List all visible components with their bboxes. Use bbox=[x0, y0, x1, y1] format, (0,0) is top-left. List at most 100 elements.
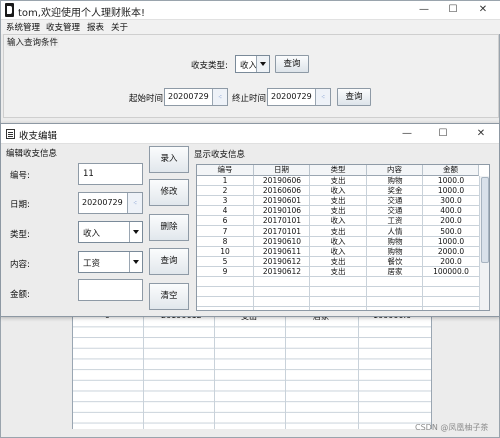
table-row[interactable]: 10 20190611 收入 购物 2000.0 bbox=[197, 247, 479, 257]
table-row[interactable]: 1 20190606 支出 购物 1000.0 bbox=[197, 176, 479, 187]
background-result-table bbox=[72, 305, 432, 429]
dialog-title: 收支编辑 bbox=[19, 131, 58, 142]
table-cell: 支出 bbox=[330, 256, 346, 266]
table-row[interactable] bbox=[197, 287, 479, 298]
dialog-minimize-button[interactable]: — bbox=[397, 126, 417, 142]
add-record-button[interactable]: 录入 bbox=[149, 146, 189, 173]
table-row[interactable]: 6 20170101 收入 工资 200.0 bbox=[197, 216, 479, 227]
type-select[interactable]: 收入 bbox=[235, 55, 270, 73]
modify-record-button[interactable]: 修改 bbox=[149, 179, 189, 206]
date-picker-icon[interactable]: ⁖ bbox=[212, 89, 227, 105]
column-header-amount[interactable]: 金额 bbox=[423, 165, 479, 176]
id-field[interactable]: 11 bbox=[78, 163, 143, 185]
main-window-title: tom,欢迎使用个人理财账本! bbox=[18, 8, 145, 19]
column-header-date[interactable]: 日期 bbox=[254, 165, 310, 176]
amount-field[interactable] bbox=[78, 279, 143, 301]
table-cell: 收入 bbox=[330, 216, 346, 226]
scrollbar-thumb[interactable] bbox=[481, 177, 489, 263]
table-cell: 3 bbox=[222, 196, 228, 206]
chevron-down-icon bbox=[256, 56, 269, 72]
query-panel-title: 输入查询条件 bbox=[6, 36, 60, 48]
records-table[interactable]: 编号 日期 类型 内容 金额 1 20190606 支出 购物 1000.0 2 20160… bbox=[196, 164, 490, 311]
table-cell: 交通 bbox=[387, 196, 403, 206]
table-cell: 收入 bbox=[330, 246, 346, 256]
type-select[interactable]: 收入 bbox=[78, 221, 143, 243]
table-panel-title: 显示收支信息 bbox=[194, 150, 246, 160]
table-cell: 2 bbox=[222, 186, 228, 196]
table-cell: 400.0 bbox=[440, 206, 462, 216]
chevron-down-icon bbox=[129, 222, 142, 242]
vertical-scrollbar[interactable] bbox=[479, 176, 489, 310]
table-row[interactable]: 5 20190612 支出 餐饮 200.0 bbox=[197, 257, 479, 267]
dialog-maximize-button[interactable]: ☐ bbox=[433, 126, 453, 142]
date-field[interactable]: 20200729 ⁖ bbox=[78, 192, 143, 214]
content-select-value: 工资 bbox=[83, 259, 101, 269]
chevron-down-icon bbox=[129, 252, 142, 272]
table-cell: 支出 bbox=[330, 226, 346, 236]
menu-about[interactable]: 关于 bbox=[111, 21, 128, 33]
dialog-close-button[interactable]: ✕ bbox=[471, 126, 491, 142]
table-cell: 1000.0 bbox=[437, 176, 465, 185]
menu-report[interactable]: 报表 bbox=[87, 21, 104, 33]
date-picker-icon[interactable]: ⁖ bbox=[127, 193, 142, 213]
column-header-content[interactable]: 内容 bbox=[367, 165, 423, 176]
date-picker-icon[interactable]: ⁖ bbox=[315, 89, 330, 105]
table-cell: 支出 bbox=[330, 266, 346, 276]
table-cell: 居家 bbox=[387, 266, 403, 276]
table-row[interactable]: 2 20160606 收入 奖金 1000.0 bbox=[197, 186, 479, 197]
table-cell: 购物 bbox=[387, 246, 403, 256]
document-icon bbox=[6, 129, 15, 139]
table-cell: 20190610 bbox=[262, 236, 302, 246]
end-date-field[interactable]: 20200729 ⁖ bbox=[267, 88, 331, 106]
table-body: 1 20190606 支出 购物 1000.0 2 20160606 收入 奖金 1000.0 3 2… bbox=[197, 176, 479, 310]
query-record-button[interactable]: 查询 bbox=[149, 248, 189, 275]
table-divider bbox=[358, 305, 359, 429]
table-cell: 支出 bbox=[330, 206, 346, 216]
query-button[interactable]: 查询 bbox=[275, 55, 309, 73]
menu-system[interactable]: 系统管理 bbox=[6, 21, 40, 33]
start-date-value: 20200729 bbox=[168, 92, 209, 101]
table-cell: 购物 bbox=[387, 236, 403, 246]
table-row[interactable]: 9 20190612 支出 居家 100000.0 bbox=[197, 267, 479, 277]
column-header-type[interactable]: 类型 bbox=[310, 165, 367, 176]
type-select-value: 收入 bbox=[240, 61, 258, 71]
table-cell: 9 bbox=[222, 266, 228, 276]
table-cell: 1000.0 bbox=[437, 186, 465, 196]
minimize-button[interactable]: — bbox=[414, 2, 434, 18]
table-cell: 奖金 bbox=[387, 186, 403, 196]
type-label: 类型: bbox=[10, 230, 30, 240]
table-cell: 20170101 bbox=[262, 226, 302, 236]
table-row[interactable]: 7 20170101 支出 人情 500.0 bbox=[197, 227, 479, 237]
start-date-field[interactable]: 20200729 ⁖ bbox=[164, 88, 228, 106]
table-cell: 300.0 bbox=[440, 196, 462, 206]
table-cell: 收入 bbox=[330, 186, 346, 196]
id-field-value: 11 bbox=[83, 169, 94, 179]
delete-record-button[interactable]: 删除 bbox=[149, 214, 189, 241]
content-select[interactable]: 工资 bbox=[78, 251, 143, 273]
column-header-id[interactable]: 编号 bbox=[197, 165, 254, 176]
maximize-button[interactable]: ☐ bbox=[443, 2, 463, 18]
table-divider bbox=[143, 305, 144, 429]
menu-income-expense[interactable]: 收支管理 bbox=[46, 21, 80, 33]
dialog-title-bar: 收支编辑 — ☐ ✕ bbox=[1, 124, 499, 144]
type-select-value: 收入 bbox=[83, 229, 101, 239]
table-divider bbox=[253, 176, 254, 310]
table-row[interactable]: 3 20190601 支出 交通 300.0 bbox=[197, 196, 479, 207]
table-cell: 20160606 bbox=[262, 186, 302, 196]
table-cell: 6 bbox=[222, 216, 228, 226]
table-row[interactable] bbox=[197, 297, 479, 308]
table-cell: 20190612 bbox=[262, 266, 302, 276]
query-date-button[interactable]: 查询 bbox=[337, 88, 371, 106]
table-cell: 20190606 bbox=[262, 176, 302, 185]
edit-panel-title: 编辑收支信息 bbox=[6, 149, 58, 159]
close-button[interactable]: ✕ bbox=[473, 2, 493, 18]
table-row[interactable]: 8 20190610 收入 购物 1000.0 bbox=[197, 237, 479, 247]
table-row[interactable] bbox=[197, 277, 479, 288]
table-cell: 8 bbox=[222, 236, 228, 246]
clear-form-button[interactable]: 清空 bbox=[149, 283, 189, 310]
table-cell: 7 bbox=[222, 226, 228, 236]
table-cell: 收入 bbox=[330, 236, 346, 246]
table-row[interactable]: 4 20190106 支出 交通 400.0 bbox=[197, 206, 479, 217]
query-panel bbox=[3, 34, 499, 118]
table-divider bbox=[366, 176, 367, 310]
